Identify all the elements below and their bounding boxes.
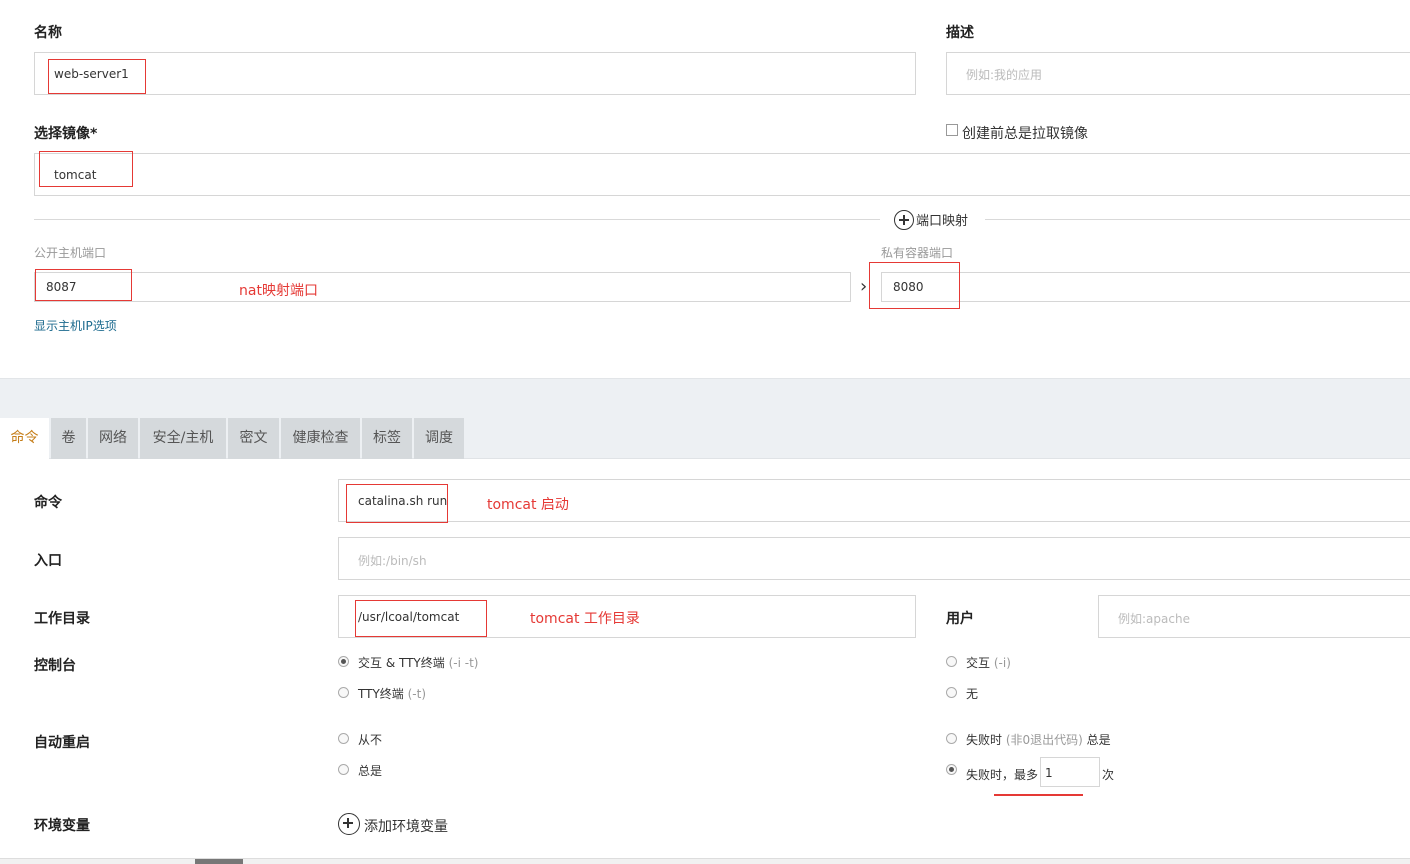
tab-labels[interactable]: 标签 (362, 418, 412, 459)
image-value: tomcat (54, 168, 97, 182)
tab-network[interactable]: 网络 (88, 418, 138, 459)
tab-scheduling[interactable]: 调度 (414, 418, 464, 459)
user-label: 用户 (946, 611, 974, 627)
add-port-label[interactable]: 端口映射 (916, 210, 968, 229)
restart-radio-on-failure-max[interactable] (946, 764, 957, 775)
restart-option-on-failure-max[interactable]: 失败时，最多 (966, 766, 1038, 783)
command-label: 命令 (34, 495, 62, 511)
port-arrow-icon: › (860, 276, 868, 297)
console-option-tty[interactable]: TTY终端 (-t) (358, 685, 426, 702)
console-option-interactive-tty[interactable]: 交互 & TTY终端 (-i -t) (358, 654, 479, 671)
console-radio-interactive[interactable] (946, 656, 957, 667)
option-text: 交互 & TTY终端 (358, 656, 445, 670)
console-radio-tty[interactable] (338, 687, 349, 698)
restart-label: 自动重启 (34, 735, 90, 751)
console-radio-none[interactable] (946, 687, 957, 698)
private-port-label: 私有容器端口 (881, 246, 954, 260)
port-divider-left (34, 219, 880, 220)
max-retries-value: 1 (1045, 766, 1053, 780)
option-hint: (-i) (993, 656, 1011, 670)
private-port-value: 8080 (893, 280, 924, 294)
tab-security-host[interactable]: 安全/主机 (140, 418, 226, 459)
restart-option-always[interactable]: 总是 (358, 762, 382, 779)
bottom-scrollbar-thumb[interactable] (195, 859, 243, 864)
restart-radio-always[interactable] (338, 764, 349, 775)
show-host-ip-link[interactable]: 显示主机IP选项 (34, 317, 117, 334)
add-port-icon[interactable] (894, 210, 914, 230)
nat-annotation: nat映射端口 (239, 283, 318, 299)
option-hint: (-i -t) (448, 656, 479, 670)
private-port-input[interactable] (881, 272, 1410, 302)
tab-volumes[interactable]: 卷 (51, 418, 86, 459)
name-label: 名称 (34, 25, 62, 41)
public-port-label: 公开主机端口 (34, 246, 107, 260)
option-hint: (非0退出代码) (1005, 733, 1083, 747)
tab-health-check[interactable]: 健康检查 (281, 418, 360, 459)
times-unit-label: 次 (1102, 768, 1115, 782)
public-port-value: 8087 (46, 280, 77, 294)
retries-underline-annotation (994, 794, 1083, 796)
option-hint: (-t) (407, 687, 427, 701)
option-text: 交互 (966, 656, 991, 670)
workdir-label: 工作目录 (34, 611, 90, 627)
workdir-value: /usr/lcoal/tomcat (358, 610, 460, 624)
tab-secrets[interactable]: 密文 (228, 418, 279, 459)
console-option-interactive[interactable]: 交互 (-i) (966, 654, 1011, 671)
image-label: 选择镜像* (34, 126, 98, 142)
entrypoint-placeholder: 例如:/bin/sh (358, 554, 427, 568)
restart-option-never[interactable]: 从不 (358, 731, 382, 748)
name-input[interactable] (34, 52, 916, 95)
tomcat-start-annotation: tomcat 启动 (487, 497, 569, 513)
user-placeholder: 例如:apache (1118, 612, 1190, 626)
restart-radio-on-failure-always[interactable] (946, 733, 957, 744)
option-text: 失败时 (966, 733, 1003, 747)
description-label: 描述 (946, 25, 974, 41)
name-value: web-server1 (54, 67, 129, 81)
image-input[interactable] (34, 153, 1410, 196)
restart-option-on-failure-always[interactable]: 失败时 (非0退出代码) 总是 (966, 731, 1111, 748)
port-divider-right (985, 219, 1410, 220)
public-port-input[interactable] (34, 272, 851, 302)
description-placeholder: 例如:我的应用 (966, 68, 1043, 82)
add-env-var-icon[interactable] (338, 813, 360, 835)
env-vars-label: 环境变量 (34, 818, 90, 834)
console-option-none[interactable]: 无 (966, 685, 978, 702)
pull-image-checkbox[interactable] (946, 124, 958, 136)
tomcat-workdir-annotation: tomcat 工作目录 (530, 611, 640, 627)
console-label: 控制台 (34, 658, 76, 674)
tab-command[interactable]: 命令 (0, 418, 49, 459)
option-text: TTY终端 (358, 687, 404, 701)
restart-radio-never[interactable] (338, 733, 349, 744)
entrypoint-label: 入口 (34, 553, 62, 569)
pull-image-label: 创建前总是拉取镜像 (962, 126, 1088, 142)
entrypoint-input[interactable] (338, 537, 1410, 580)
command-value: catalina.sh run (358, 494, 448, 508)
console-radio-interactive-tty[interactable] (338, 656, 349, 667)
option-suffix: 总是 (1086, 733, 1111, 747)
add-env-var-label[interactable]: 添加环境变量 (364, 816, 448, 836)
